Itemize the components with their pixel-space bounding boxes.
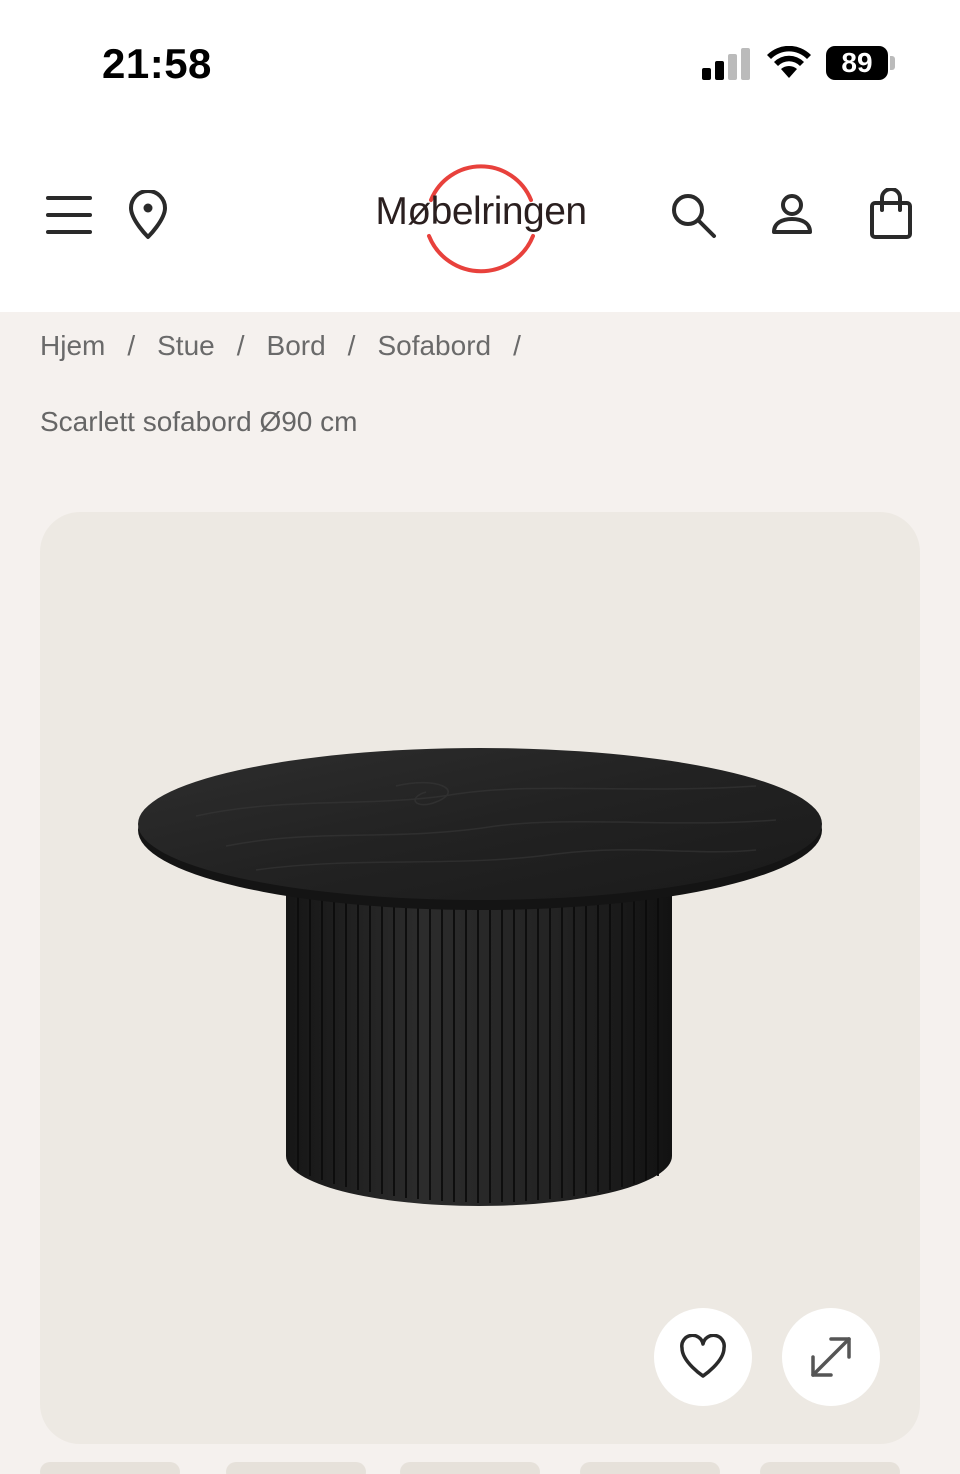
shopping-bag-icon[interactable] [868, 188, 914, 240]
thumbnail-strip [0, 1462, 960, 1474]
breadcrumb-separator: / [127, 330, 136, 361]
location-pin-icon[interactable] [126, 190, 170, 240]
logo-text: Møbelringen [375, 190, 587, 233]
menu-icon[interactable] [46, 194, 92, 236]
site-logo[interactable]: Møbelringen [356, 152, 606, 276]
thumbnail[interactable] [580, 1462, 720, 1474]
breadcrumb-item-sofabord[interactable]: Sofabord [377, 330, 491, 362]
thumbnail[interactable] [760, 1462, 900, 1474]
breadcrumb-item-hjem[interactable]: Hjem [40, 330, 105, 362]
battery-indicator: 89 [826, 46, 888, 80]
expand-icon [811, 1337, 851, 1377]
site-header: Møbelringen [0, 130, 960, 312]
thumbnail[interactable] [226, 1462, 366, 1474]
status-time: 21:58 [102, 40, 212, 87]
breadcrumb-current-product: Scarlett sofabord Ø90 cm [40, 406, 358, 437]
expand-image-button[interactable] [782, 1308, 880, 1406]
battery-cap [890, 56, 895, 70]
breadcrumb-item-bord[interactable]: Bord [267, 330, 326, 362]
breadcrumb-separator: / [513, 330, 521, 361]
status-bar: 21:58 89 [0, 0, 960, 130]
search-icon[interactable] [668, 190, 718, 240]
product-image-card[interactable] [40, 512, 920, 1444]
thumbnail[interactable] [40, 1462, 180, 1474]
breadcrumb-separator: / [347, 330, 356, 361]
breadcrumb: Hjem / Stue / Bord / Sofabord / [40, 326, 543, 366]
breadcrumb-item-stue[interactable]: Stue [157, 330, 215, 362]
breadcrumb-separator: / [236, 330, 245, 361]
table-image [138, 748, 822, 1206]
cellular-signal-icon [702, 48, 750, 80]
favorite-button[interactable] [654, 1308, 752, 1406]
user-icon[interactable] [770, 192, 814, 238]
wifi-icon [767, 46, 811, 78]
thumbnail[interactable] [400, 1462, 540, 1474]
heart-icon [680, 1334, 726, 1378]
